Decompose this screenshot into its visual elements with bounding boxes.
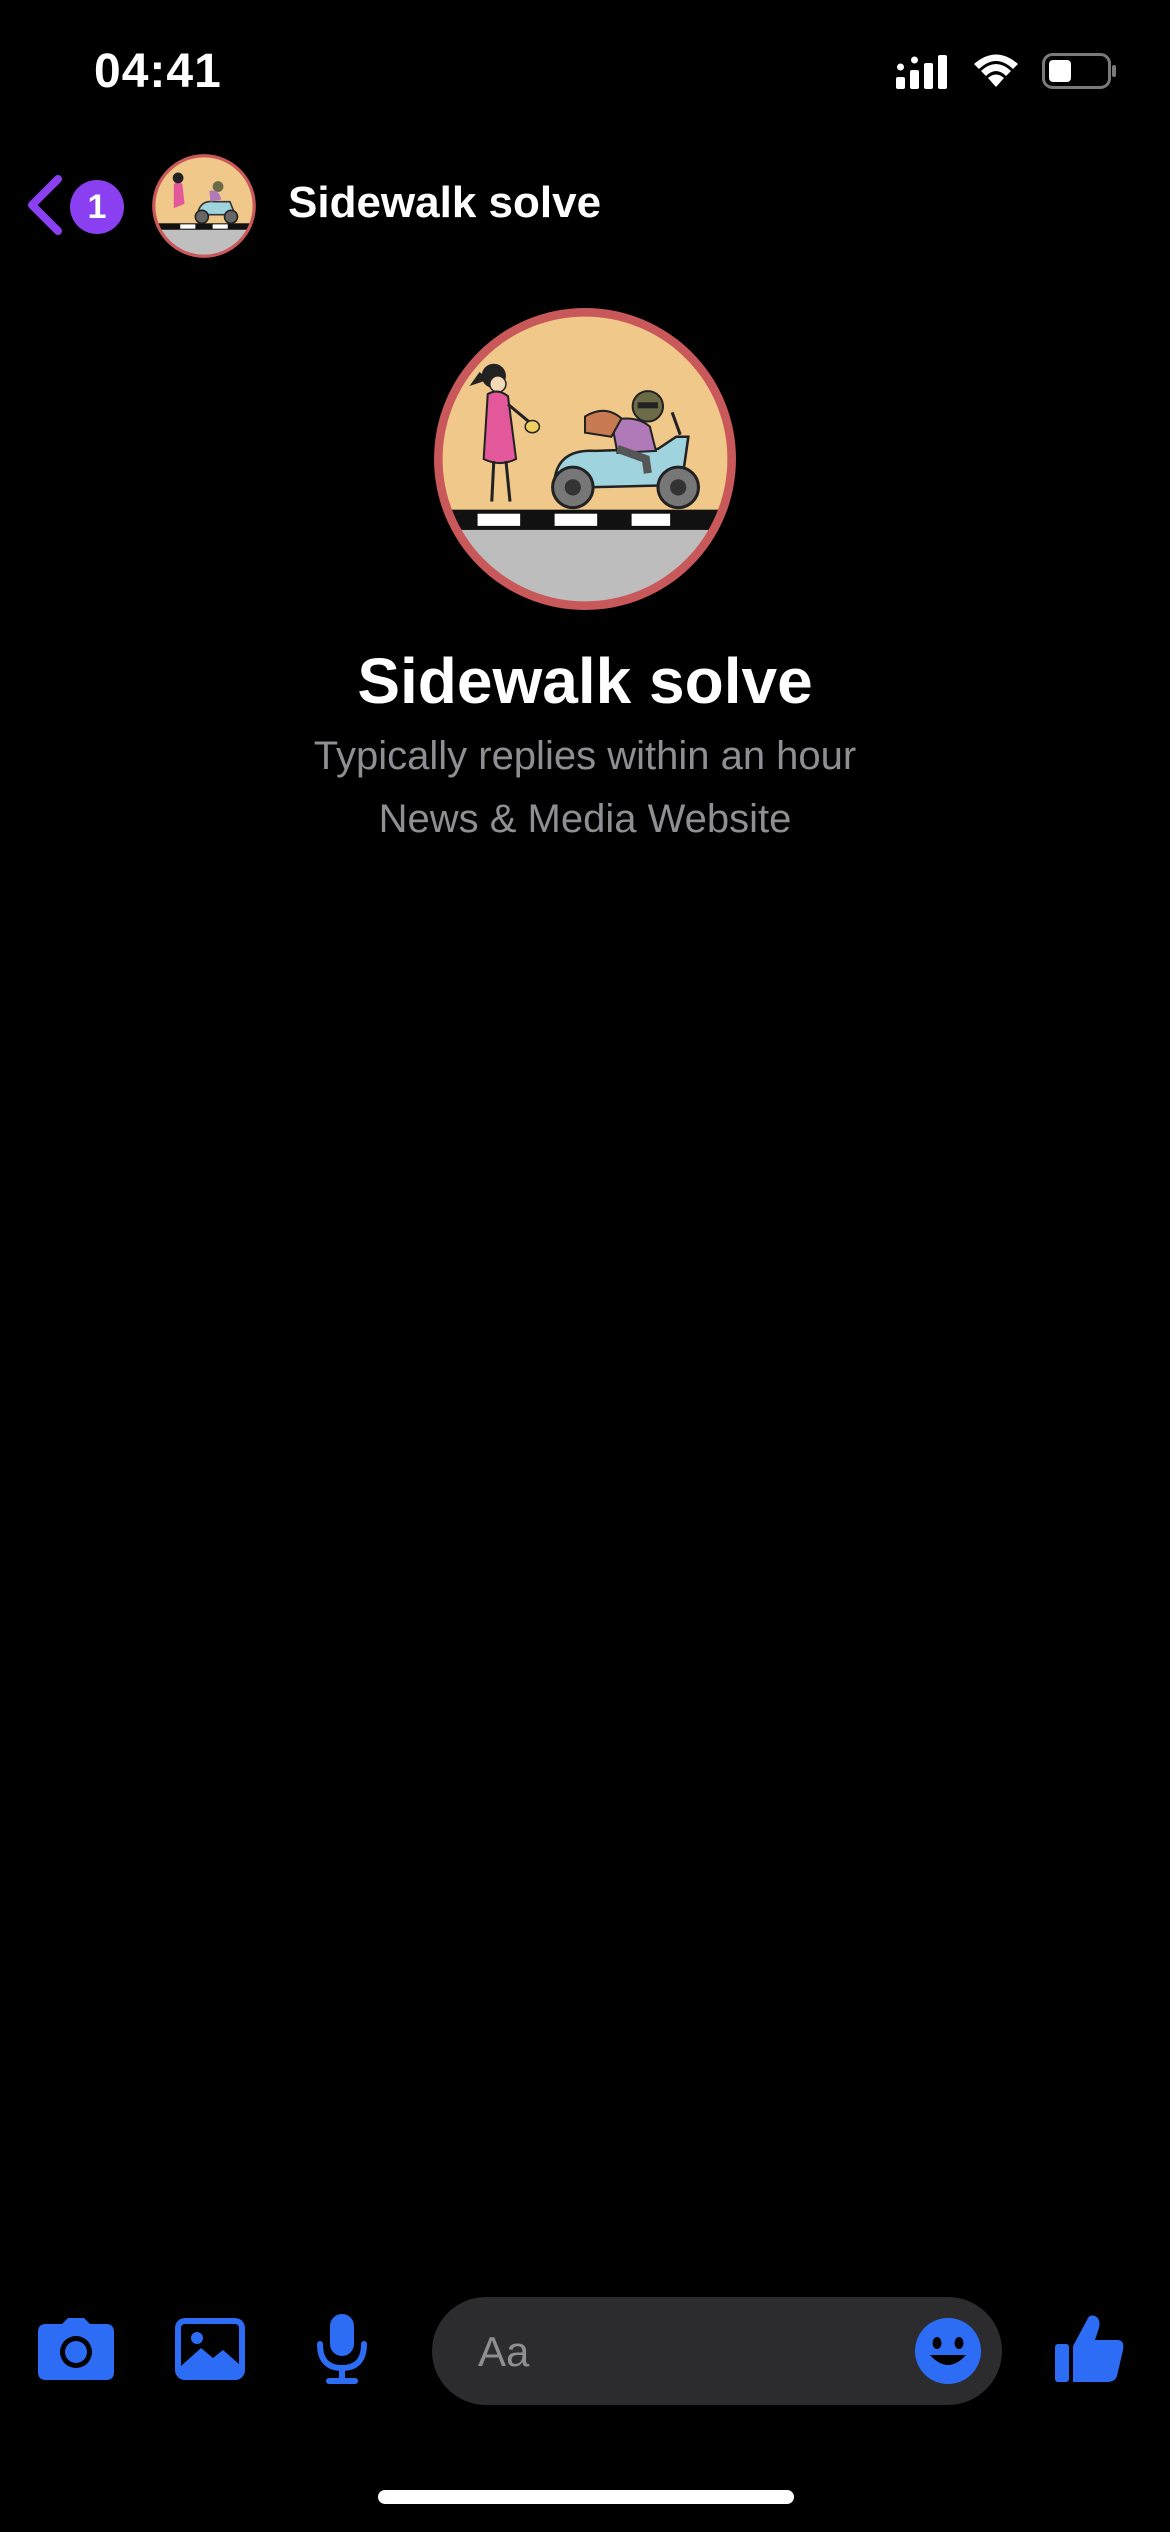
thumbs-up-icon <box>1055 2314 1125 2389</box>
profile-avatar <box>433 307 737 611</box>
status-icons <box>896 50 1118 96</box>
camera-button[interactable] <box>36 2315 116 2387</box>
back-button[interactable]: 1 <box>22 172 124 242</box>
emoji-icon <box>914 2318 982 2389</box>
status-time: 04:41 <box>94 45 222 98</box>
photo-gallery-button[interactable] <box>170 2315 250 2387</box>
camera-icon <box>38 2317 114 2385</box>
voice-message-button[interactable] <box>302 2313 382 2389</box>
chevron-left-icon <box>22 173 66 242</box>
message-input[interactable] <box>476 2297 880 2407</box>
wifi-icon <box>972 53 1020 94</box>
header-avatar[interactable] <box>150 152 258 260</box>
profile-name: Sidewalk solve <box>357 645 813 717</box>
cellular-signal-icon <box>896 53 950 94</box>
page-category-text: News & Media Website <box>378 797 792 841</box>
emoji-button[interactable] <box>914 2317 982 2385</box>
header-title[interactable]: Sidewalk solve <box>288 178 601 228</box>
photo-gallery-icon <box>175 2317 245 2385</box>
battery-icon <box>1042 52 1118 94</box>
home-indicator <box>378 2490 794 2504</box>
unread-count-badge: 1 <box>70 180 124 234</box>
response-time-text: Typically replies within an hour <box>313 734 857 778</box>
like-button[interactable] <box>1050 2315 1130 2387</box>
microphone-icon <box>315 2313 369 2389</box>
message-composer[interactable] <box>432 2297 1002 2407</box>
